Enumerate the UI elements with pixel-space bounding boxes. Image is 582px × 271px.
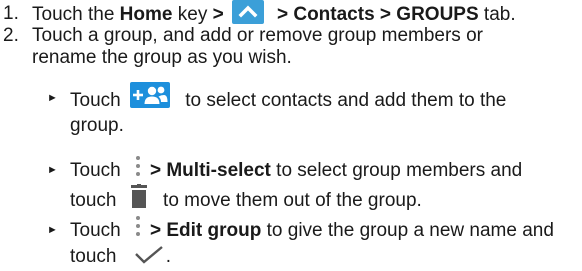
bullet-3-line-2: touch . — [70, 246, 171, 268]
bullet-icon-1: ► — [47, 92, 58, 104]
bullet-3-pre: Touch — [70, 220, 126, 242]
step-1-arrow: > — [212, 4, 224, 26]
step-1-text: Touch the Home key > > Contacts > GROUPS… — [32, 0, 516, 27]
bullet-1-line-1: Touch to select contacts and add them to… — [70, 82, 507, 114]
step-number-1: 1. — [3, 3, 19, 24]
bullet-icon-2: ► — [47, 164, 58, 176]
home-key-label: Home — [119, 4, 173, 26]
bullet-1-pre: Touch — [70, 90, 126, 112]
bullet-2-line-2-pre: touch — [70, 190, 122, 212]
contacts-groups-path: > Contacts > GROUPS — [271, 4, 479, 26]
step-1-prefix: Touch the — [32, 4, 120, 26]
step-number-2: 2. — [3, 25, 19, 46]
step-1-key-text: key — [172, 4, 213, 26]
more-options-icon — [132, 214, 144, 238]
bullet-3-line-2-pre: touch — [70, 246, 122, 267]
multi-select-label: > Multi-select — [149, 160, 271, 182]
bullet-2-line-1: Touch > Multi-select to select group mem… — [70, 156, 523, 183]
bullet-1-line-2: group. — [70, 115, 124, 136]
bullet-2-post: to select group members and — [270, 160, 523, 182]
step-1-suffix: tab. — [478, 4, 516, 26]
delete-icon — [130, 184, 148, 210]
step-2-line-1: Touch a group, and add or remove group m… — [32, 25, 483, 46]
bullet-3-line-1: Touch > Edit group to give the group a n… — [70, 216, 554, 243]
home-key-icon — [231, 0, 264, 24]
bullet-2-line-2-post: to move them out of the group. — [157, 190, 422, 212]
more-options-icon — [132, 154, 144, 178]
bullet-3-line-2-post: . — [165, 246, 172, 267]
bullet-3-post: to give the group a new name and — [261, 220, 554, 242]
edit-group-label: > Edit group — [149, 220, 262, 242]
bullet-2-line-2: touch to move them out of the group. — [70, 184, 422, 214]
bullet-icon-3: ► — [47, 224, 58, 236]
bullet-1-post: to select contacts and add them to the — [179, 90, 507, 112]
step-2-line-2: rename the group as you wish. — [32, 47, 292, 68]
checkmark-icon — [134, 245, 164, 265]
add-group-members-icon — [129, 82, 170, 108]
bullet-2-pre: Touch — [70, 160, 126, 182]
